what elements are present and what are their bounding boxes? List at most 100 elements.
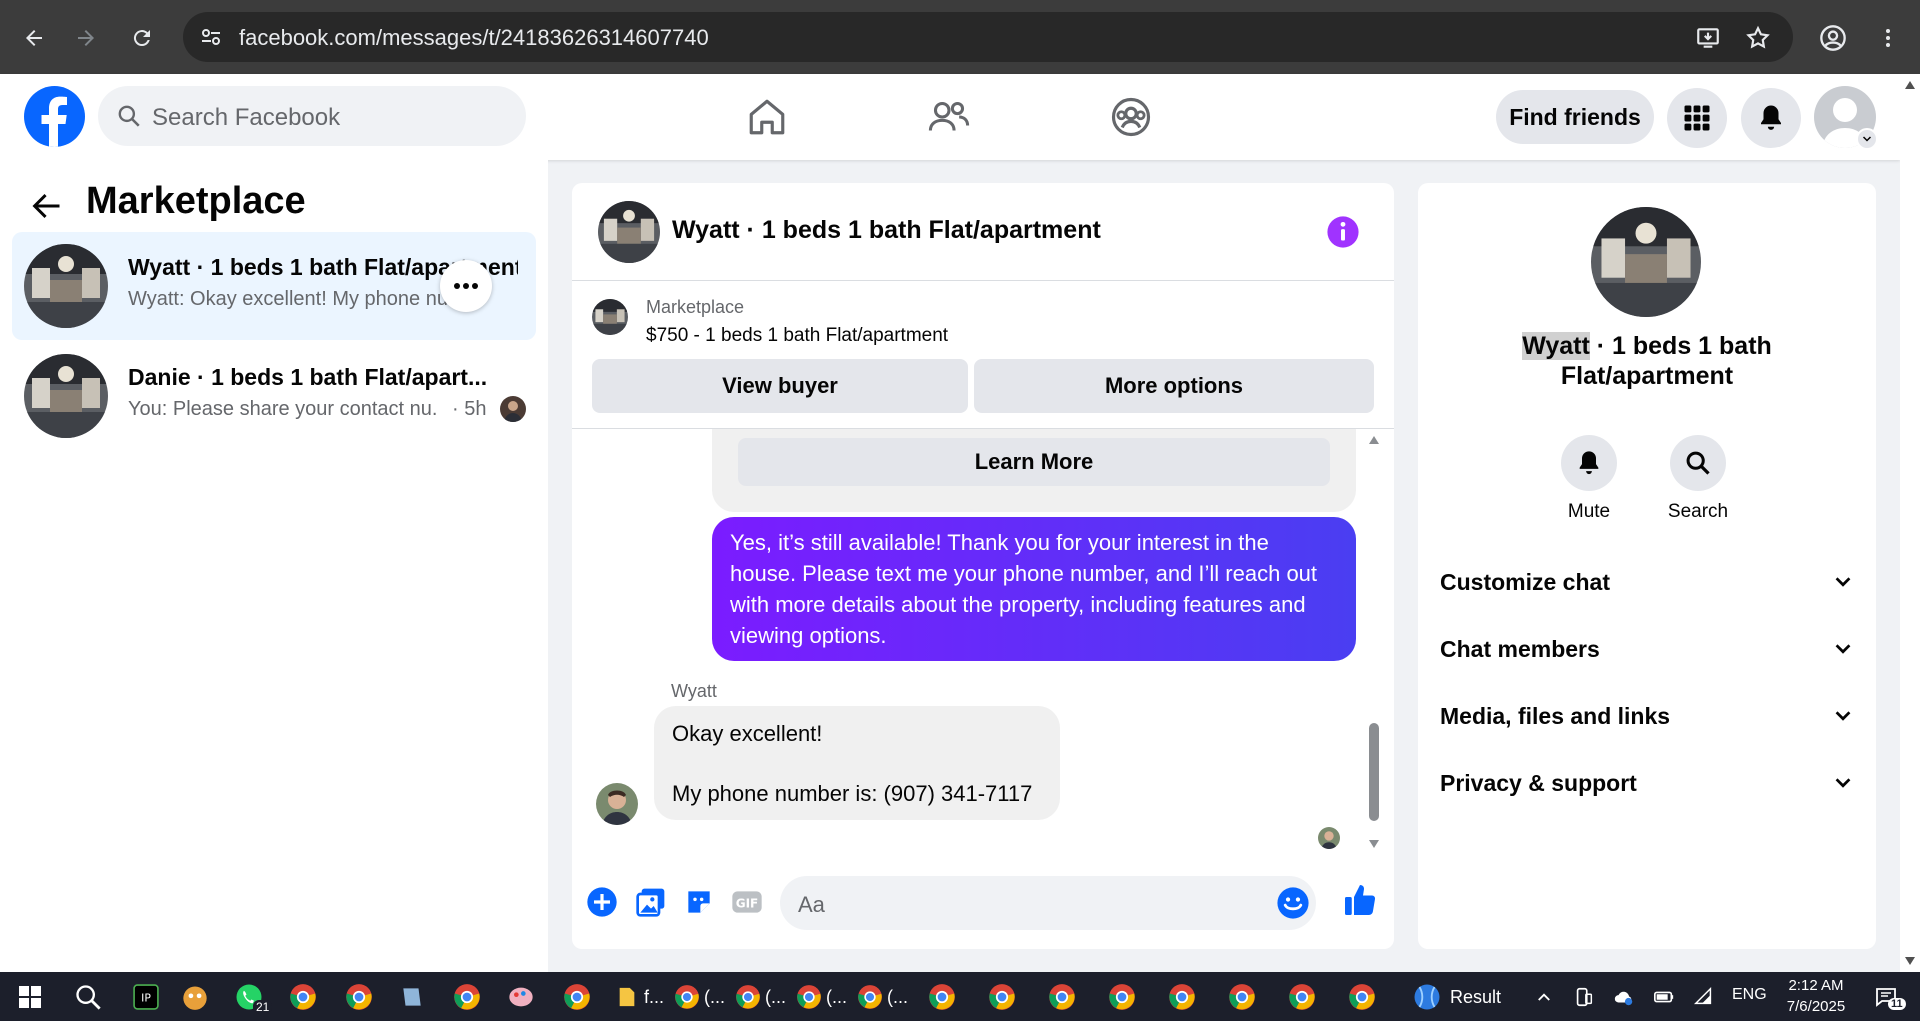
install-app-button[interactable] [1688, 18, 1728, 58]
scroll-thumb[interactable] [1369, 723, 1379, 821]
search-in-conversation-action[interactable]: Search [1658, 435, 1738, 523]
listing-title[interactable]: $750 - 1 beds 1 bath Flat/apartment [646, 325, 948, 347]
nav-groups[interactable] [1101, 92, 1161, 142]
marketplace-conversations-panel: Marketplace Wyatt · 1 beds 1 bath Flat/a… [0, 160, 548, 972]
back-button[interactable] [28, 188, 64, 224]
search-icon [76, 985, 101, 1010]
wifi-icon [1693, 986, 1712, 1005]
taskbar-chrome-1[interactable] [285, 980, 321, 1014]
search-icon [118, 105, 140, 127]
taskbar-chrome-8[interactable] [1104, 980, 1140, 1014]
facebook-logo[interactable] [24, 86, 85, 147]
gif-button[interactable]: GIF [727, 882, 767, 922]
conversation-item-wyatt[interactable]: Wyatt · 1 beds 1 bath Flat/apartment Wya… [12, 232, 536, 340]
section-media-files-links[interactable]: Media, files and links [1440, 696, 1854, 736]
details-avatar[interactable] [1591, 207, 1701, 317]
view-buyer-button[interactable]: View buyer [592, 359, 968, 413]
taskbar-chrome-9[interactable] [1164, 980, 1200, 1014]
tray-wifi-icon[interactable] [1686, 980, 1722, 1014]
taskbar-chrome-window-1[interactable]: (... [674, 980, 730, 1014]
arrow-left-icon [32, 194, 60, 218]
reload-button[interactable] [122, 18, 162, 58]
listing-thumbnail-small [592, 299, 628, 335]
menu-button[interactable] [1667, 88, 1727, 148]
attach-photo-button[interactable] [631, 882, 671, 922]
chrome-icon [929, 984, 955, 1010]
emoji-button[interactable] [1276, 886, 1310, 920]
forward-arrow-icon [78, 30, 94, 46]
show-hidden-icons-button[interactable] [1526, 980, 1562, 1014]
start-button[interactable] [12, 980, 48, 1014]
sender-avatar[interactable] [596, 783, 638, 825]
taskbar-chrome-5[interactable] [924, 980, 960, 1014]
taskbar-chrome-2[interactable] [341, 980, 377, 1014]
conversation-item-danie[interactable]: Danie · 1 beds 1 bath Flat/apart... You:… [12, 342, 536, 450]
tray-clock[interactable]: 2:12 AM 7/6/2025 [1780, 975, 1852, 1017]
tray-device-icon[interactable] [1566, 980, 1602, 1014]
section-customize-chat[interactable]: Customize chat [1440, 562, 1854, 602]
conversation-title: Danie · 1 beds 1 bath Flat/apart... [128, 364, 488, 390]
taskbar-app-terminal[interactable]: IP [128, 980, 164, 1014]
chevron-down-icon [1835, 778, 1851, 788]
account-dropdown[interactable] [1856, 128, 1878, 150]
taskbar-chrome-window-3[interactable]: (... [796, 980, 852, 1014]
back-button[interactable] [14, 18, 54, 58]
nav-home[interactable] [737, 92, 797, 142]
taskbar-app-notes[interactable] [394, 980, 430, 1014]
tray-language[interactable]: ENG [1732, 986, 1767, 1004]
section-chat-members[interactable]: Chat members [1440, 629, 1854, 669]
browser-menu-button[interactable] [1868, 18, 1908, 58]
taskbar-chrome-11[interactable] [1284, 980, 1320, 1014]
taskbar-widget[interactable]: Result [1412, 980, 1522, 1014]
taskbar-app-character[interactable] [177, 980, 213, 1014]
taskbar-chrome-window-4[interactable]: (... [857, 980, 913, 1014]
address-bar[interactable]: facebook.com/messages/t/2418362631460774… [183, 12, 1793, 62]
send-like-button[interactable] [1340, 880, 1380, 920]
sticker-button[interactable] [679, 882, 719, 922]
taskbar-chrome-window-2[interactable]: (... [735, 980, 791, 1014]
notes-icon [403, 988, 421, 1006]
incoming-line-1: Okay excellent! [672, 721, 823, 746]
conversation-info-button[interactable] [1326, 215, 1360, 249]
more-actions-button[interactable] [582, 882, 622, 922]
taskbar-search-button[interactable] [70, 980, 106, 1014]
bookmark-button[interactable] [1738, 18, 1778, 58]
kebab-menu-icon [1886, 29, 1890, 47]
learn-more-button[interactable]: Learn More [738, 438, 1330, 486]
scroll-up-icon [1369, 436, 1379, 444]
mute-action[interactable]: Mute [1549, 435, 1629, 523]
tray-onedrive-icon[interactable] [1606, 980, 1642, 1014]
taskbar-chrome-7[interactable] [1044, 980, 1080, 1014]
grid-menu-icon [1684, 105, 1710, 131]
chat-title[interactable]: Wyatt · 1 beds 1 bath Flat/apartment [672, 216, 1101, 245]
taskbar-chrome-3[interactable] [449, 980, 485, 1014]
taskbar-app-whatsapp[interactable]: 21 [231, 980, 273, 1014]
taskbar-chrome-4[interactable] [559, 980, 595, 1014]
section-privacy-support[interactable]: Privacy & support [1440, 763, 1854, 803]
page-scrollbar[interactable] [1900, 74, 1920, 972]
taskbar-chrome-6[interactable] [984, 980, 1020, 1014]
more-options-button[interactable]: More options [974, 359, 1374, 413]
forward-button[interactable] [66, 18, 106, 58]
scroll-up-icon [1905, 81, 1915, 89]
chat-avatar[interactable] [598, 201, 660, 263]
profile-button[interactable] [1813, 18, 1853, 58]
tray-battery-icon[interactable] [1646, 980, 1682, 1014]
taskbar-file-explorer[interactable]: f... [616, 980, 672, 1014]
chat-header: Wyatt · 1 beds 1 bath Flat/apartment [572, 183, 1394, 281]
scroll-down-icon [1369, 840, 1379, 848]
taskbar-app-paint[interactable] [503, 980, 539, 1014]
thread-scrollbar[interactable] [1366, 429, 1382, 856]
notifications-button[interactable] [1741, 88, 1801, 148]
search-icon [1686, 451, 1710, 475]
taskbar-chrome-10[interactable] [1224, 980, 1260, 1014]
notification-center-button[interactable]: 11 [1868, 980, 1906, 1014]
find-friends-button[interactable]: Find friends [1496, 90, 1654, 144]
message-input[interactable]: Aa [780, 876, 1316, 930]
taskbar-chrome-12[interactable] [1344, 980, 1380, 1014]
nav-friends[interactable] [919, 92, 979, 142]
info-icon [1327, 216, 1359, 248]
search-bar[interactable]: Search Facebook [98, 86, 526, 146]
facebook-header: Search Facebook Find friends [0, 74, 1900, 160]
conversation-options-button[interactable] [440, 260, 492, 312]
